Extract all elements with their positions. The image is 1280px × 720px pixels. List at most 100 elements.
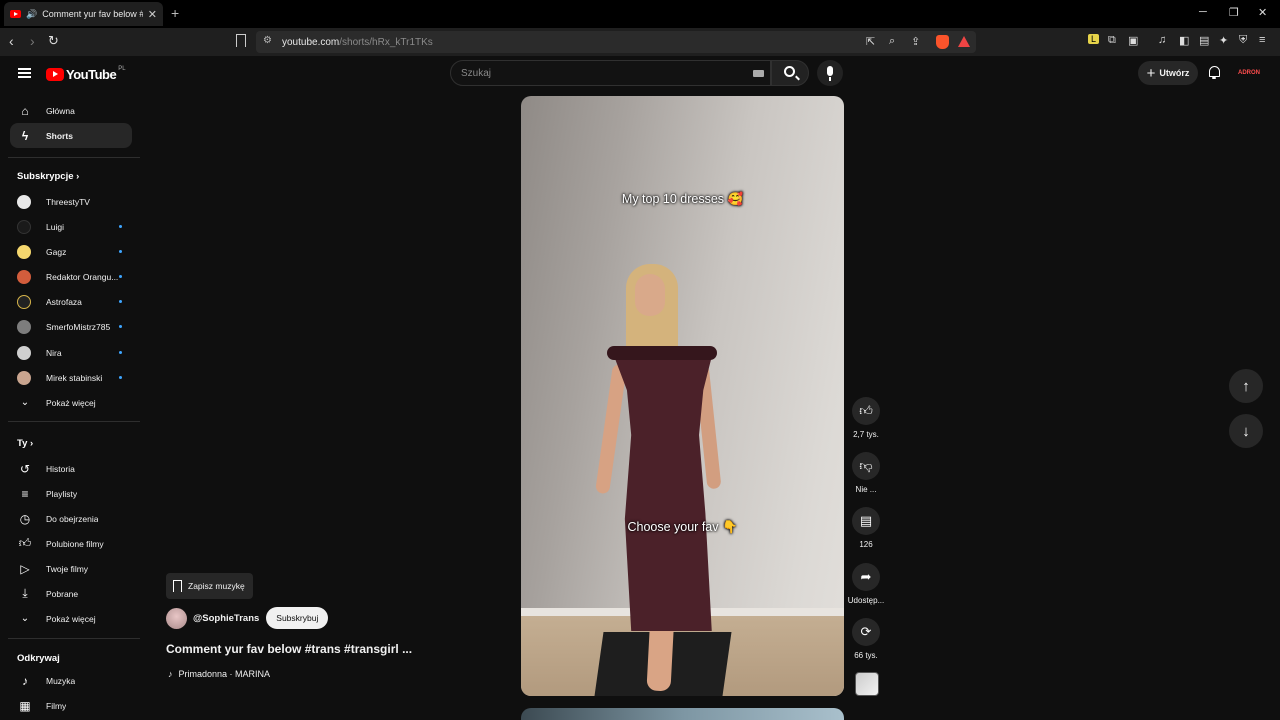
channel-name[interactable]: @SophieTrans: [193, 613, 259, 624]
media-controls-icon[interactable]: ♫: [1158, 34, 1166, 46]
guide-menu-icon[interactable]: [18, 68, 31, 78]
sidebar-item-shorts[interactable]: ϟ Shorts: [10, 123, 132, 148]
share-label: Udostęp...: [847, 596, 885, 605]
sidebar-subscription[interactable]: Luigi: [10, 214, 132, 239]
sidebar-subscription[interactable]: Gagz: [10, 239, 132, 264]
maximize-button[interactable]: ❐: [1229, 6, 1239, 19]
open-in-app-icon[interactable]: ⇱: [866, 35, 875, 48]
show-more-subscriptions[interactable]: ⌄ Pokaż więcej: [10, 390, 132, 415]
sidebar-item-your-videos[interactable]: ▷ Twoje filmy: [10, 556, 132, 581]
sound-thumbnail[interactable]: [855, 672, 879, 696]
comments-button[interactable]: ▤: [852, 507, 880, 535]
sidebar-item-label: Shorts: [46, 130, 73, 141]
new-content-dot: [119, 250, 122, 253]
back-icon[interactable]: ‹: [9, 33, 14, 49]
sidebar-item-downloads[interactable]: ⤓ Pobrane: [10, 581, 132, 606]
search-button[interactable]: [771, 60, 809, 86]
keyboard-icon[interactable]: [753, 70, 764, 77]
subscriptions-heading[interactable]: Subskrypcje ›: [17, 171, 79, 182]
next-short-preview[interactable]: [521, 708, 844, 720]
sidebar-subscription[interactable]: Astrofaza: [10, 289, 132, 314]
create-button[interactable]: + Utwórz: [1138, 61, 1198, 85]
song-link[interactable]: ♪ Primadonna · MARINA: [168, 669, 270, 679]
youtube-play-icon: [46, 68, 64, 81]
you-heading[interactable]: Ty ›: [17, 438, 33, 449]
dislike-button[interactable]: 👎︎: [852, 452, 880, 480]
remix-icon: ⟳: [860, 624, 872, 639]
short-title[interactable]: Comment yur fav below #trans #transgirl …: [166, 642, 412, 656]
minimize-button[interactable]: ─: [1199, 6, 1207, 18]
plus-icon: +: [1146, 64, 1156, 82]
save-music-label: Zapisz muzykę: [188, 581, 245, 591]
sidebar-toggle-icon[interactable]: ◧: [1179, 34, 1189, 47]
reload-icon[interactable]: ↻: [48, 33, 59, 49]
puzzle-extensions-icon[interactable]: ⧉: [1108, 34, 1116, 47]
share-button[interactable]: ➦: [852, 563, 880, 591]
sidebar-subscription[interactable]: Redaktor Orangu...: [10, 264, 132, 289]
browser-menu-icon[interactable]: ≡: [1259, 34, 1265, 46]
search-input[interactable]: Szukaj: [450, 60, 771, 86]
new-content-dot: [119, 275, 122, 278]
channel-name: Redaktor Orangu...: [46, 271, 118, 282]
sidebar-subscription[interactable]: ThreestyTV: [10, 189, 132, 214]
sidebar-item-music[interactable]: ♪ Muzyka: [10, 668, 132, 693]
leo-ai-icon[interactable]: ✦: [1219, 34, 1228, 47]
zoom-icon[interactable]: ⌕: [889, 35, 895, 48]
sidebar-subscription[interactable]: SmerfoMistrz785: [10, 314, 132, 339]
account-avatar[interactable]: ADRON: [1238, 63, 1260, 83]
site-settings-icon[interactable]: ⚙: [263, 35, 272, 46]
show-more-you[interactable]: ⌄ Pokaż więcej: [10, 606, 132, 631]
sidebar-subscription[interactable]: Nira: [10, 340, 132, 365]
comment-count: 126: [859, 540, 873, 549]
sidebar-item-movies[interactable]: ▦ Filmy: [10, 693, 132, 718]
forward-icon[interactable]: ›: [30, 33, 35, 49]
screenshot-icon[interactable]: ▣: [1128, 34, 1138, 47]
sidebar-item-history[interactable]: ↺ Historia: [10, 456, 132, 481]
brave-shields-icon[interactable]: [936, 35, 949, 49]
history-icon: ↺: [19, 461, 31, 476]
download-icon: ⤓: [22, 586, 28, 600]
sidebar-item-label: Historia: [46, 463, 75, 474]
sidebar-item-watch-later[interactable]: ◷ Do obejrzenia: [10, 506, 132, 531]
save-music-button[interactable]: Zapisz muzykę: [166, 573, 253, 599]
voice-search-icon[interactable]: [817, 60, 843, 86]
sidebar-item-liked[interactable]: 👍︎ Polubione filmy: [10, 531, 132, 556]
thumbs-up-icon: 👍︎: [859, 403, 873, 418]
youtube-logo[interactable]: YouTube PL: [46, 66, 126, 82]
sidebar-item-label: Pokaż więcej: [46, 397, 96, 408]
share-page-icon[interactable]: ⇪: [911, 35, 920, 48]
close-tab-icon[interactable]: ✕: [148, 8, 157, 21]
tab-title: Comment yur fav below #trans: [42, 9, 143, 19]
sidebar-item-home[interactable]: ⌂ Główna: [10, 98, 132, 123]
like-button[interactable]: 👍︎: [852, 397, 880, 425]
previous-short-button[interactable]: ↑: [1229, 369, 1263, 403]
new-tab-icon[interactable]: +: [171, 5, 179, 21]
sidebar-item-label: Pobrane: [46, 588, 79, 599]
short-video-player[interactable]: My top 10 dresses 🥰 Choose your fav 👇: [521, 96, 844, 696]
film-icon: ▦: [19, 698, 31, 713]
remix-button[interactable]: ⟳: [852, 618, 880, 646]
comment-icon: ▤: [859, 513, 873, 528]
wallet-icon[interactable]: ▤: [1199, 34, 1209, 47]
bookmark-icon[interactable]: [236, 34, 246, 47]
next-short-button[interactable]: ↓: [1229, 414, 1263, 448]
channel-avatar[interactable]: [166, 607, 187, 629]
video-caption-top: My top 10 dresses 🥰: [621, 192, 744, 206]
close-window-button[interactable]: ✕: [1258, 6, 1267, 19]
audio-playing-icon[interactable]: 🔊: [26, 9, 37, 20]
new-content-dot: [119, 225, 122, 228]
divider: [8, 157, 140, 158]
subscribe-button[interactable]: Subskrybuj: [266, 607, 329, 629]
vpn-shield-icon[interactable]: ⛨: [1239, 34, 1247, 47]
thumbs-up-icon: 👍︎: [18, 536, 32, 550]
sidebar-item-label: Filmy: [46, 700, 67, 711]
chevron-down-icon: ⌄: [20, 397, 30, 408]
url-field[interactable]: ⚙ youtube.com/shorts/hRx_kTr1TKs ⇱ ⌕ ⇪: [256, 31, 976, 53]
browser-tab[interactable]: 🔊 Comment yur fav below #trans ✕: [4, 2, 163, 26]
sidebar-item-playlists[interactable]: ≡ Playlisty: [10, 481, 132, 506]
notifications-bell-icon[interactable]: [1209, 66, 1220, 79]
explore-heading: Odkrywaj: [17, 653, 60, 664]
sidebar-subscription[interactable]: Mirek stabinski: [10, 365, 132, 390]
brave-rewards-icon[interactable]: [958, 36, 970, 47]
extension-icon[interactable]: L: [1088, 34, 1100, 44]
